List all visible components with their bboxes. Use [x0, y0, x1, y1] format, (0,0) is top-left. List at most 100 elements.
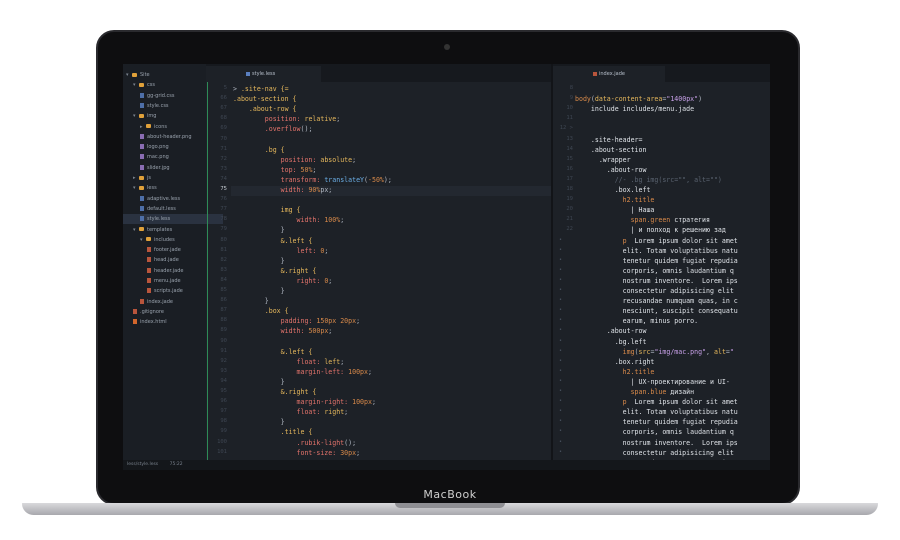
code-line: h2.title — [575, 367, 770, 377]
tree-item-label: index.jade — [147, 298, 173, 305]
code-token: 100% — [324, 216, 341, 225]
code-token: img { — [233, 206, 301, 215]
line-number: 72 — [220, 155, 227, 162]
tab-index-jade[interactable]: index.jade — [553, 66, 665, 82]
code-token: 30px — [340, 448, 357, 457]
line-number: 98 — [220, 418, 227, 425]
line-number: 95 — [220, 388, 227, 394]
code-token: body — [575, 95, 591, 104]
tree-folder[interactable]: ▾ templates — [123, 225, 172, 235]
file-tree-sidebar: ▾ Site ▾ css gg-grid.css style.css ▾ img ▸ icons a… — [123, 64, 223, 470]
tree-file[interactable]: adaptive.less — [123, 194, 180, 204]
tree-file[interactable]: mac.png — [123, 152, 169, 162]
tree-file[interactable]: style.css — [123, 101, 169, 111]
code-token: margin-right: — [233, 398, 353, 407]
tree-folder[interactable]: ▾ includes — [123, 235, 175, 245]
code-line: .wrapper — [575, 155, 770, 165]
tree-item-label: less — [147, 185, 157, 192]
code-token: elit. Totam voluptatibus natu — [575, 408, 738, 417]
tree-file[interactable]: index.jade — [123, 297, 173, 307]
code-line: elit. Totam voluptatibus natu — [575, 407, 770, 417]
tree-file[interactable]: menu.jade — [123, 276, 181, 286]
tree-file[interactable]: scripts.jade — [123, 286, 183, 296]
fold-dot-icon: • — [559, 398, 563, 405]
code-line: //- .bg img(src="", alt="") — [575, 175, 770, 185]
line-number: 10 — [566, 105, 573, 112]
line-number: 8 — [569, 85, 573, 91]
code-line: &.left { — [233, 236, 549, 246]
code-token: ; — [336, 115, 341, 124]
tree-item-label: mac.png — [147, 154, 169, 161]
line-number: 77 — [220, 206, 227, 213]
code-token: } — [233, 377, 285, 386]
tree-item-label: img — [147, 113, 157, 120]
fold-dot-icon: • — [559, 337, 563, 344]
line-number: 94 — [220, 377, 227, 384]
line-number: 71 — [220, 145, 227, 152]
code-line: span.blue дизайн — [575, 387, 770, 397]
tab-style-less[interactable]: style.less — [206, 66, 321, 82]
file-icon — [147, 257, 151, 263]
line-number: 88 — [220, 317, 227, 324]
tree-folder[interactable]: ▾ less — [123, 183, 157, 193]
code-token: .bg { — [233, 145, 285, 154]
tree-item-label: default.less — [147, 205, 176, 212]
code-line: consectetur adipisicing elit — [575, 448, 770, 458]
laptop-notch — [395, 503, 505, 508]
file-icon — [147, 267, 151, 273]
code-line: recusandae numquam quas, in c — [575, 296, 770, 306]
line-number: 68 — [220, 115, 227, 122]
tree-folder[interactable]: ▾ Site — [123, 70, 150, 80]
tree-folder[interactable]: ▸ js — [123, 173, 151, 183]
code-token: 50% — [300, 165, 313, 174]
folder-icon — [139, 175, 144, 180]
pane-divider[interactable] — [551, 64, 553, 470]
code-token: "1400px" — [666, 95, 699, 104]
code-token: earum, minus porro. — [575, 317, 699, 326]
code-token: } — [233, 226, 285, 235]
tree-file[interactable]: gg-grid.css — [123, 91, 175, 101]
code-token: ; — [340, 357, 345, 366]
tree-folder[interactable]: ▾ css — [123, 80, 155, 90]
code-line: elit. Totam voluptatibus natu — [575, 246, 770, 256]
right-tabbar: index.jade — [553, 64, 770, 82]
line-number: 20 — [566, 206, 573, 213]
tree-item-label: gg-grid.css — [147, 92, 175, 99]
tree-item-label: icons — [154, 123, 167, 130]
tree-folder[interactable]: ▸ icons — [123, 122, 167, 132]
fold-dot-icon: • — [559, 297, 563, 304]
code-line: width: 90%px; — [233, 185, 549, 195]
tree-item-label: menu.jade — [154, 278, 181, 284]
code-token: (); — [344, 438, 357, 447]
tree-folder[interactable]: ▾ img — [123, 111, 156, 121]
code-token: nostrum inventore. Lorem ips — [575, 438, 738, 447]
tree-file[interactable]: .gitignore — [123, 307, 164, 317]
code-token: ; — [371, 398, 376, 407]
tree-file[interactable]: default.less — [123, 204, 176, 214]
tree-item-label: logo.png — [147, 144, 169, 151]
file-icon — [147, 247, 151, 253]
tree-file[interactable]: logo.png — [123, 142, 169, 152]
tree-file[interactable]: footer.jade — [123, 245, 181, 255]
brand-label: MacBook — [423, 488, 477, 501]
tree-file[interactable]: slider.jpg — [123, 163, 170, 173]
code-token: .wrapper — [575, 155, 631, 164]
code-line: &.left { — [233, 347, 549, 357]
code-line: transform: translateY(-50%); — [233, 175, 549, 185]
code-token: corporis, omnis laudantium q — [575, 266, 734, 275]
tree-file[interactable]: about-header.png — [123, 132, 192, 142]
code-token: include includes/menu.jade — [575, 105, 695, 114]
tree-item-label: includes — [154, 236, 175, 243]
tree-file[interactable]: style.less — [123, 214, 223, 225]
tree-file[interactable]: head.jade — [123, 255, 179, 265]
code-line: .bg.left — [575, 337, 770, 347]
code-line: | UX-проектирование и UI- — [575, 377, 770, 387]
tree-file[interactable]: header.jade — [123, 266, 183, 276]
code-line: .site-header= — [575, 135, 770, 145]
code-token: corporis, omnis laudantium q — [575, 428, 734, 437]
tree-file[interactable]: index.html — [123, 317, 167, 327]
code-token: &.right { — [233, 266, 317, 275]
code-line: .about-section — [575, 145, 770, 155]
line-number: 14 — [566, 145, 573, 152]
